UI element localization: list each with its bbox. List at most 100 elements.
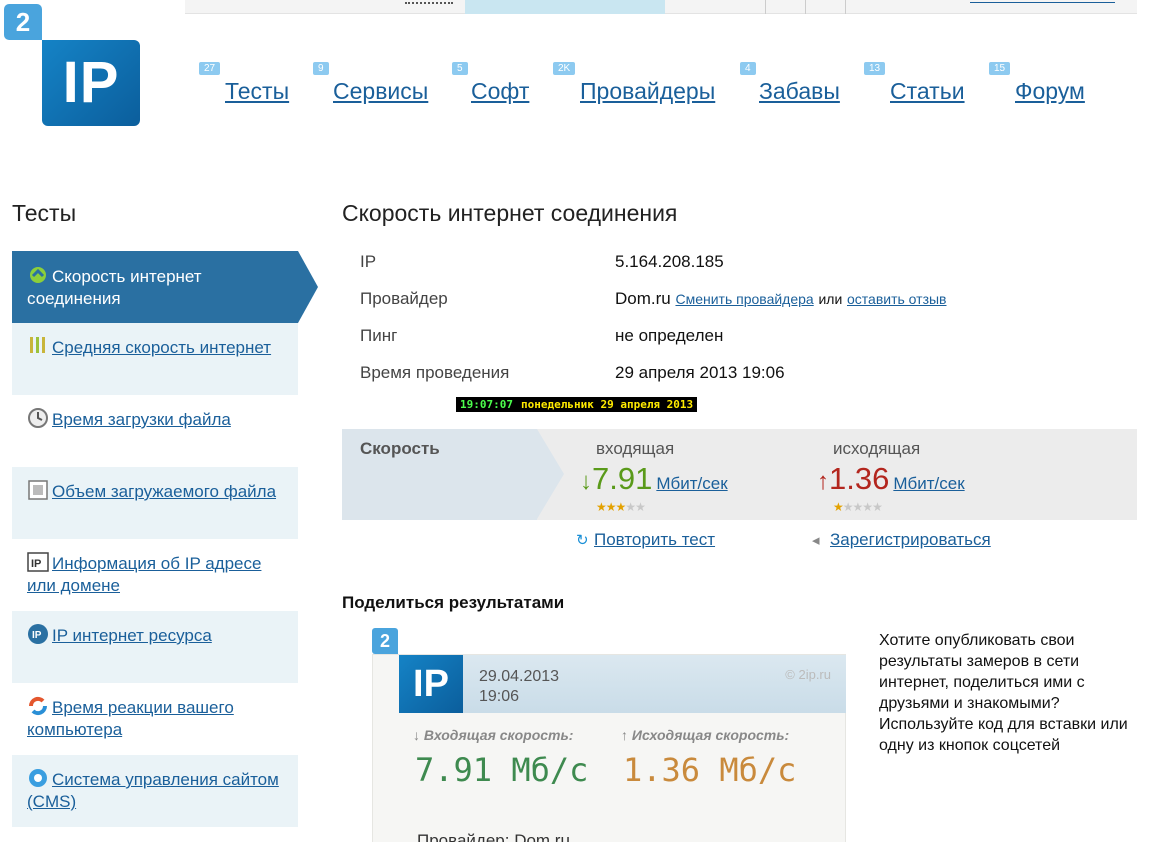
sidebar-item-avg-speed[interactable]: Средняя скорость интернет: [12, 323, 298, 395]
nav-count: 5: [452, 62, 468, 75]
bars-icon: [27, 335, 49, 357]
rating-star: ★: [615, 500, 627, 514]
speed-icon: [27, 264, 49, 286]
sidebar-item-label[interactable]: Средняя скорость интернет: [52, 338, 271, 357]
card-date: 29.04.2013: [479, 668, 560, 685]
ip-globe-icon: IP: [27, 623, 49, 645]
time-value: 29 апреля 2013 19:06: [615, 363, 785, 382]
nav-count: 13: [864, 62, 886, 75]
rating-star: ★: [862, 500, 873, 514]
ping-value: не определен: [615, 326, 724, 345]
nav-label[interactable]: Забавы: [759, 78, 840, 105]
rating-star: ★: [852, 500, 864, 514]
sidebar-item-label[interactable]: IP интернет ресурса: [52, 626, 212, 645]
dotted-link[interactable]: [405, 2, 453, 4]
sidebar-item-label[interactable]: Объем загружаемого файла: [52, 482, 276, 501]
sidebar-item-label: Скорость интернет соединения: [27, 267, 202, 308]
nav-count: 9: [313, 62, 329, 75]
card-logo-badge: 2: [372, 628, 398, 654]
time-label: Время проведения: [360, 363, 510, 382]
register-button[interactable]: ◂ Зарегистрироваться: [812, 530, 991, 550]
incoming-unit[interactable]: Мбит/сек: [656, 474, 727, 493]
site-logo[interactable]: 2 IP: [4, 4, 140, 126]
page-title: Скорость интернет соединения: [342, 200, 678, 226]
sidebar-item-reaction-time[interactable]: Время реакции вашего компьютера: [12, 683, 298, 755]
card-datetime: 29.04.2013 19:06: [479, 667, 559, 707]
incoming-rating-stars: ★★★★★: [596, 500, 646, 514]
sidebar-item-label[interactable]: Время загрузки файла: [52, 410, 231, 429]
sidebar-item-file-size[interactable]: Объем загружаемого файла: [12, 467, 298, 539]
sidebar-item-label[interactable]: Время реакции вашего компьютера: [27, 698, 234, 739]
up-arrow-icon: ↑: [817, 468, 829, 495]
nav-label[interactable]: Статьи: [890, 78, 965, 105]
leave-review-link[interactable]: оставить отзыв: [847, 291, 947, 307]
ip-label: IP: [360, 252, 377, 271]
incoming-value-row: ↓7.91 Мбит/сек: [580, 461, 728, 497]
register-label[interactable]: Зарегистрироваться: [830, 530, 991, 549]
sidebar-item-download-time[interactable]: Время загрузки файла: [12, 395, 298, 467]
outgoing-unit[interactable]: Мбит/сек: [893, 474, 964, 493]
sidebar-item-cms[interactable]: Система управления сайтом (CMS): [12, 755, 298, 827]
speed-label-box: Скорость: [342, 429, 564, 520]
nav-count: 15: [989, 62, 1011, 75]
card-provider: Провайдер: Dom.ru: [417, 831, 570, 842]
clock-widget: 19:07:07 понедельник 29 апреля 2013: [456, 397, 698, 412]
nav-label[interactable]: Форум: [1015, 78, 1085, 105]
nav-count: 2K: [553, 62, 576, 75]
card-header: [399, 655, 846, 713]
nav-count: 27: [199, 62, 221, 75]
nav-label[interactable]: Софт: [471, 78, 529, 105]
clock-date: понедельник 29 апреля 2013: [520, 398, 694, 411]
clock-time: 19:07:07: [460, 398, 513, 411]
nav-label[interactable]: Тесты: [225, 78, 289, 105]
nav-label[interactable]: Сервисы: [333, 78, 428, 105]
incoming-label: входящая: [596, 439, 675, 458]
outgoing-value: 1.36: [829, 461, 890, 496]
rating-star: ★: [635, 500, 646, 514]
repeat-icon: ↻: [576, 532, 589, 549]
incoming-value: 7.91: [592, 461, 653, 496]
divider: [845, 0, 846, 14]
repeat-test-button[interactable]: ↻ Повторить тест: [576, 530, 715, 550]
svg-text:IP: IP: [32, 630, 42, 641]
card-logo-tile: IP: [399, 655, 463, 713]
card-in-label: ↓ Входящая скорость:: [413, 727, 574, 743]
rating-star: ★: [625, 500, 636, 514]
top-tab-active[interactable]: [465, 0, 665, 14]
speed-label: Скорость: [360, 439, 440, 458]
plug-icon: ◂: [812, 532, 820, 549]
outgoing-value-row: ↑1.36 Мбит/сек: [817, 461, 965, 497]
rating-star: ★: [596, 500, 607, 514]
rating-star: ★: [833, 500, 844, 514]
change-provider-link[interactable]: Сменить провайдера: [675, 291, 813, 307]
sidebar-item-ip-resource[interactable]: IP IP интернет ресурса: [12, 611, 298, 683]
logo-tile: IP: [42, 40, 140, 126]
share-result-card[interactable]: 2 IP 29.04.2013 19:06 © 2ip.ru ↓ Входяща…: [372, 628, 846, 842]
repeat-test-label[interactable]: Повторить тест: [594, 530, 715, 549]
provider-label: Провайдер: [360, 289, 448, 308]
sidebar-title: Тесты: [12, 200, 77, 226]
sidebar-item-label[interactable]: Информация об IP адресе или домене: [27, 554, 261, 595]
sidebar-item-ip-info[interactable]: IP Информация об IP адресе или домене: [12, 539, 298, 611]
share-title: Поделиться результатами: [342, 593, 565, 612]
provider-value: Dom.ru: [615, 289, 671, 308]
divider: [805, 0, 806, 14]
nav-label[interactable]: Провайдеры: [580, 78, 715, 105]
outgoing-rating-stars: ★★★★★: [833, 500, 883, 514]
card-out-value: 1.36 Мб/с: [623, 751, 797, 789]
logo-badge: 2: [4, 4, 42, 40]
sidebar-item-speed[interactable]: Скорость интернет соединения: [12, 251, 318, 323]
provider-value-group: Dom.ru Сменить провайдера или оставить о…: [615, 289, 947, 309]
rating-star: ★: [842, 500, 854, 514]
rating-star: ★: [605, 500, 617, 514]
rating-star: ★: [872, 500, 883, 514]
gear-icon: [27, 767, 49, 789]
speed-panel: Скорость входящая ↓7.91 Мбит/сек ★★★★★ ис…: [342, 429, 1137, 520]
top-link[interactable]: [970, 0, 1115, 3]
down-arrow-icon: ↓: [580, 468, 592, 495]
sidebar-item-label[interactable]: Система управления сайтом (CMS): [27, 770, 279, 811]
top-toolbar-strip: [185, 0, 1137, 14]
ip-icon: IP: [27, 551, 49, 573]
or-text: или: [818, 291, 843, 307]
card-body: IP 29.04.2013 19:06 © 2ip.ru ↓ Входящая …: [372, 654, 846, 842]
